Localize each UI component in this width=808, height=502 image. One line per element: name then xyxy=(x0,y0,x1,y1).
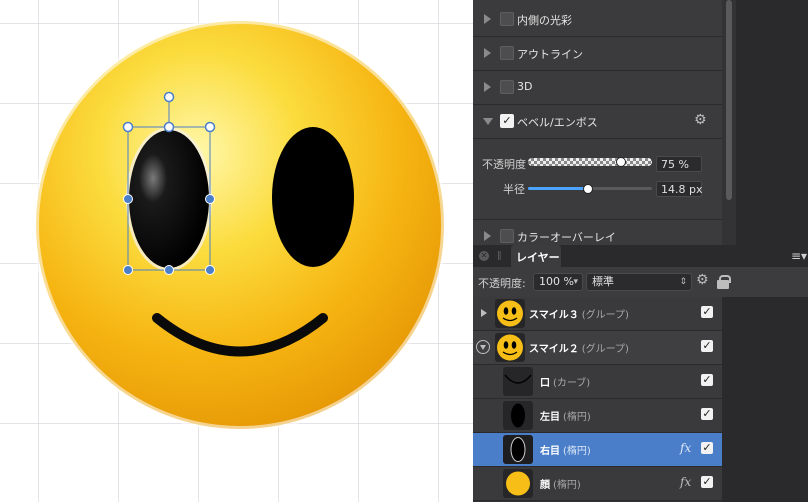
tab-label: レイヤー xyxy=(516,251,560,264)
bevel-settings: 不透明度 75 % 半径 14.8 px xyxy=(473,139,722,219)
panel-gutter xyxy=(722,297,808,502)
tab-layers[interactable]: レイヤー xyxy=(511,245,561,267)
layer-thumbnail xyxy=(495,333,525,362)
handle-right xyxy=(205,194,215,204)
left-eye-ellipse xyxy=(272,127,354,267)
rotation-handle xyxy=(163,91,175,103)
visibility-checkbox[interactable]: ✓ xyxy=(701,442,713,454)
effect-checkbox[interactable] xyxy=(500,46,514,60)
gear-icon[interactable]: ⚙ xyxy=(694,112,707,128)
effect-checkbox[interactable] xyxy=(500,229,514,243)
layer-row-left-eye[interactable]: 左目 (楕円) ✓ xyxy=(473,399,722,433)
scrollbar-thumb[interactable] xyxy=(726,0,732,200)
sidebar: 内側の光彩 アウトライン 3D ✓ ベベル/エンボス ⚙ 不透明度 75 % 半… xyxy=(473,0,808,502)
effect-label: カラーオーバーレイ xyxy=(517,231,616,244)
expand-triangle-icon[interactable] xyxy=(484,48,491,58)
smiley-artwork[interactable] xyxy=(0,0,473,502)
layer-thumbnail xyxy=(503,469,533,498)
slider-knob[interactable] xyxy=(582,184,593,194)
blend-mode-value: 標準 xyxy=(592,275,614,288)
visibility-checkbox[interactable]: ✓ xyxy=(701,374,713,386)
layer-name: 右目 (楕円) xyxy=(540,446,591,457)
layer-name: 口 (カーブ) xyxy=(540,378,591,389)
effect-row-bevel-emboss[interactable]: ✓ ベベル/エンボス ⚙ xyxy=(473,105,722,139)
handle-bottom-right xyxy=(205,265,215,275)
effect-checkbox[interactable] xyxy=(500,12,514,26)
close-icon[interactable]: ✕ xyxy=(479,251,489,261)
effect-label: ベベル/エンボス xyxy=(517,116,598,129)
radius-value-field[interactable]: 14.8 px xyxy=(656,181,702,197)
layers-toolbar: 不透明度: 100 % ▾ 標準 ⇕ ⚙ xyxy=(473,267,808,298)
layer-opacity-label: 不透明度: xyxy=(478,277,526,290)
radius-label: 半径 xyxy=(503,183,525,196)
layer-opacity-value: 100 % xyxy=(539,275,574,288)
panel-gutter xyxy=(736,0,808,245)
layers-tab-bar: ✕ ∥ レイヤー ≡▾ xyxy=(473,245,808,267)
layer-row-smile3[interactable]: スマイル３ (グループ) ✓ xyxy=(473,297,722,331)
handle-bottom xyxy=(164,265,174,275)
updown-arrow-icon: ⇕ xyxy=(679,277,687,287)
collapse-triangle-icon[interactable] xyxy=(483,118,493,125)
fx-icon[interactable]: fx xyxy=(680,475,691,489)
fx-icon[interactable]: fx xyxy=(680,441,691,455)
layer-name: 左目 (楕円) xyxy=(540,412,591,423)
expand-triangle-icon[interactable] xyxy=(484,14,491,24)
chevron-down-icon: ▾ xyxy=(573,277,578,287)
handle-top-left xyxy=(122,121,134,133)
effect-checkbox[interactable] xyxy=(500,80,514,94)
right-eye-ellipse xyxy=(129,130,209,268)
expand-triangle-icon[interactable] xyxy=(484,231,491,241)
expand-triangle-icon[interactable] xyxy=(484,82,491,92)
handle-top xyxy=(163,121,175,133)
layers-panel: ✕ ∥ レイヤー ≡▾ 不透明度: 100 % ▾ 標準 ⇕ ⚙ スマイル３ (… xyxy=(473,245,808,502)
effect-row-inner-glow[interactable]: 内側の光彩 xyxy=(473,3,722,37)
visibility-checkbox[interactable]: ✓ xyxy=(701,408,713,420)
layer-row-right-eye[interactable]: 右目 (楕円) fx ✓ xyxy=(473,433,722,467)
lock-icon-body xyxy=(717,280,729,289)
layer-name: 顔 (楕円) xyxy=(540,480,581,491)
layer-thumbnail xyxy=(503,401,533,430)
effect-checkbox-checked[interactable]: ✓ xyxy=(500,114,514,128)
handle-bottom-left xyxy=(123,265,133,275)
effect-label: 内側の光彩 xyxy=(517,14,572,27)
grip-icon[interactable]: ∥ xyxy=(497,251,502,261)
layer-row-mouth[interactable]: 口 (カーブ) ✓ xyxy=(473,365,722,399)
layer-opacity-select[interactable]: 100 % ▾ xyxy=(533,273,583,291)
gear-icon[interactable]: ⚙ xyxy=(696,272,709,288)
slider-fill xyxy=(528,187,588,190)
visibility-checkbox[interactable]: ✓ xyxy=(701,340,713,352)
handle-left xyxy=(123,194,133,204)
layer-name: スマイル２ (グループ) xyxy=(529,344,629,355)
opacity-slider[interactable] xyxy=(528,157,652,167)
opacity-label: 不透明度 xyxy=(482,158,526,171)
opacity-value-field[interactable]: 75 % xyxy=(656,156,702,172)
visibility-checkbox[interactable]: ✓ xyxy=(701,306,713,318)
layer-name: スマイル３ (グループ) xyxy=(529,310,629,321)
blend-mode-select[interactable]: 標準 ⇕ xyxy=(586,273,692,291)
slider-knob[interactable] xyxy=(616,157,626,167)
effect-row-3d[interactable]: 3D xyxy=(473,71,722,105)
effects-panel: 内側の光彩 アウトライン 3D ✓ ベベル/エンボス ⚙ 不透明度 75 % 半… xyxy=(473,0,733,254)
panel-menu-icon[interactable]: ≡▾ xyxy=(791,249,807,263)
layer-row-face[interactable]: 顔 (楕円) fx ✓ xyxy=(473,467,722,501)
layer-row-smile2[interactable]: スマイル２ (グループ) ✓ xyxy=(473,331,722,365)
layer-thumbnail xyxy=(495,299,525,328)
layer-thumbnail xyxy=(503,367,533,396)
layer-thumbnail xyxy=(503,435,533,464)
handle-top-right xyxy=(204,121,216,133)
effect-label: 3D xyxy=(517,80,533,93)
effect-label: アウトライン xyxy=(517,48,583,61)
effect-row-outline[interactable]: アウトライン xyxy=(473,37,722,71)
collapse-circle-icon[interactable] xyxy=(476,340,490,354)
effects-scrollbar[interactable] xyxy=(722,0,736,245)
radius-slider[interactable] xyxy=(528,184,652,194)
visibility-checkbox[interactable]: ✓ xyxy=(701,476,713,488)
expand-triangle-icon[interactable] xyxy=(481,309,487,317)
document-canvas[interactable] xyxy=(0,0,473,502)
